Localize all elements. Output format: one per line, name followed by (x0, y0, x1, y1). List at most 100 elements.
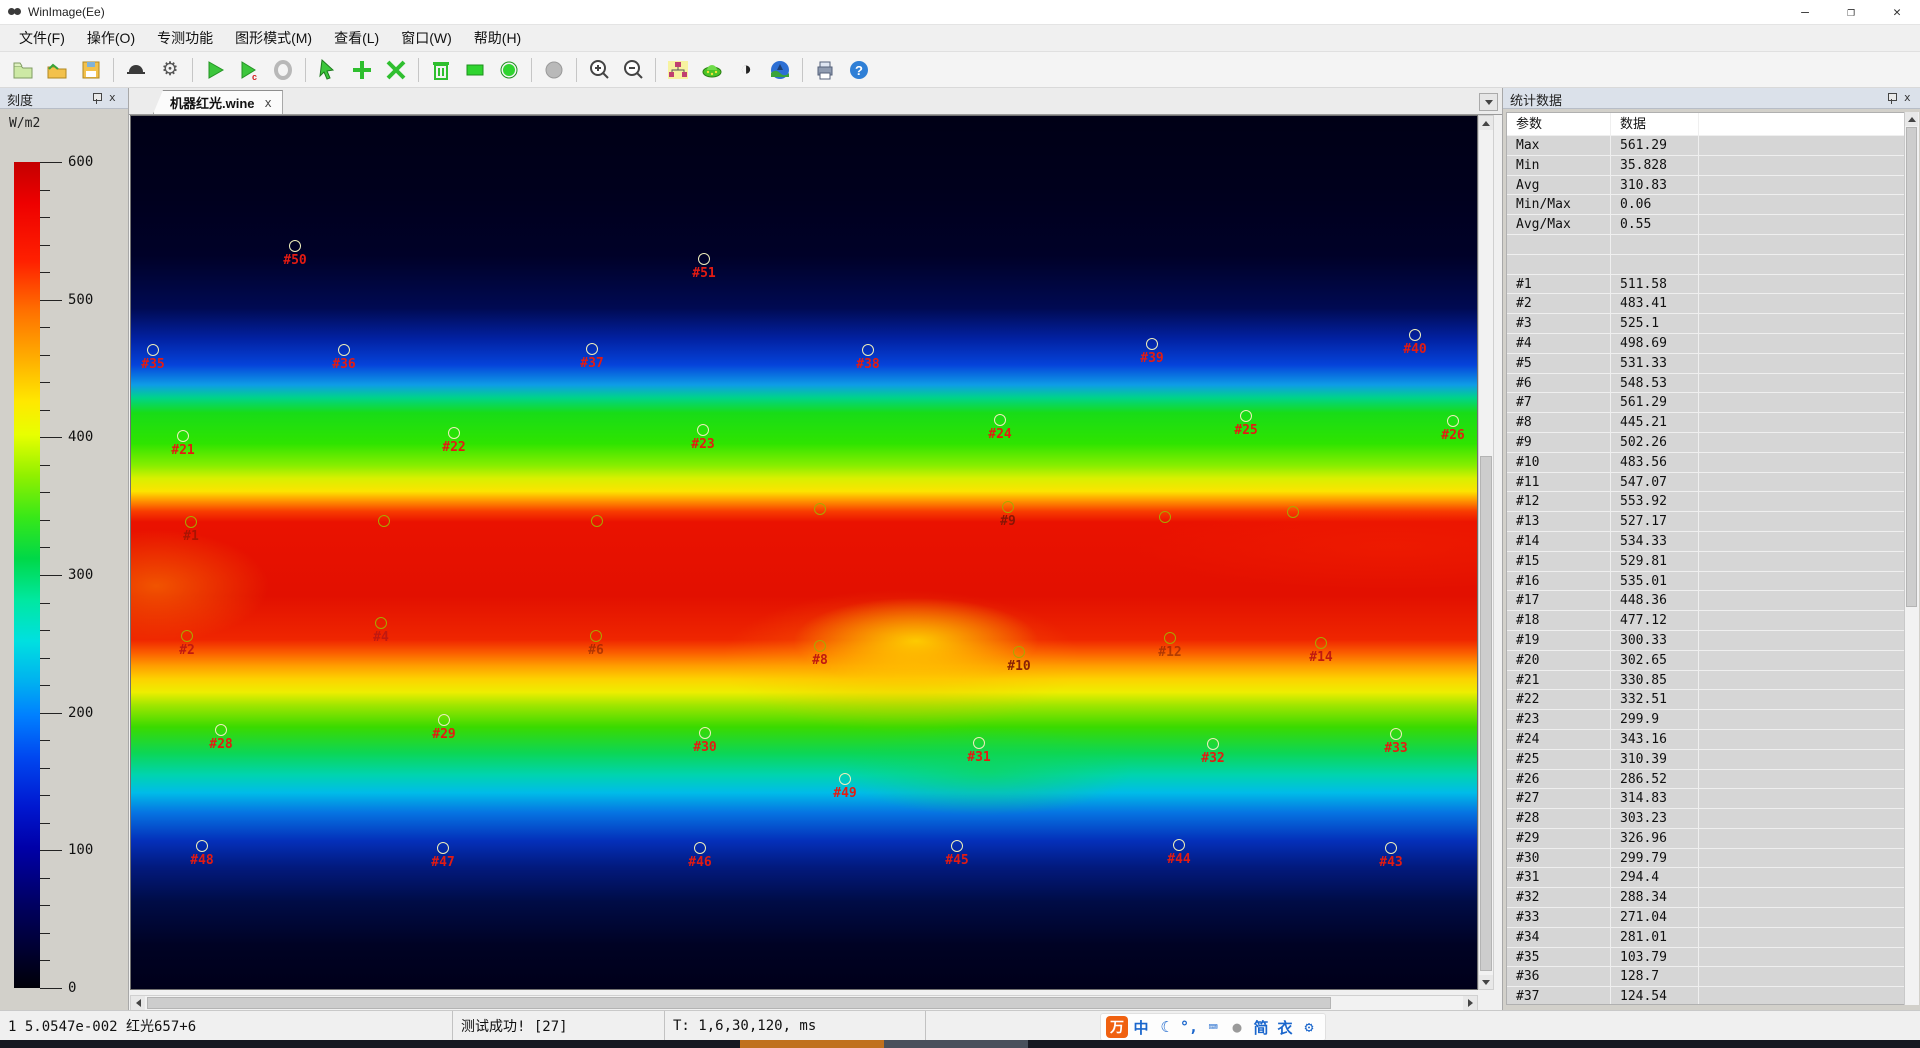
image-vertical-scrollbar[interactable] (1478, 115, 1494, 990)
run-icon[interactable] (200, 55, 230, 85)
measure-point-40[interactable] (1409, 329, 1421, 341)
select-pointer-icon[interactable] (313, 55, 343, 85)
menu-item-1[interactable]: 操作(O) (76, 25, 146, 51)
print-icon[interactable] (810, 55, 840, 85)
measure-point-32[interactable] (1207, 738, 1219, 750)
measure-point-43[interactable] (1385, 842, 1397, 854)
scroll-up-button[interactable] (1479, 116, 1493, 130)
measure-point-10[interactable] (1013, 646, 1025, 658)
measure-point-36[interactable] (338, 344, 350, 356)
run-single-icon[interactable]: c (234, 55, 264, 85)
measure-point-50[interactable] (289, 240, 301, 252)
measure-point-29[interactable] (438, 714, 450, 726)
measure-point-46[interactable] (694, 842, 706, 854)
zoom-in-icon[interactable] (584, 55, 614, 85)
measure-point-28[interactable] (215, 724, 227, 736)
measure-point-25[interactable] (1240, 410, 1252, 422)
measure-point-9[interactable] (1002, 501, 1014, 513)
measure-point-44[interactable] (1173, 839, 1185, 851)
delete-point-icon[interactable] (381, 55, 411, 85)
measure-point-12[interactable] (1164, 632, 1176, 644)
open-file-icon[interactable] (42, 55, 72, 85)
measure-point-35[interactable] (147, 344, 159, 356)
measure-point-39[interactable] (1146, 338, 1158, 350)
measure-point-48[interactable] (196, 840, 208, 852)
measure-point-51[interactable] (698, 253, 710, 265)
stats-scrollbar[interactable] (1904, 112, 1919, 1005)
heatmap-viewport[interactable]: #50#51#35#36#37#38#39#40#21#22#23#24#25#… (130, 115, 1478, 990)
ime-lang-icon[interactable]: 中 (1130, 1016, 1152, 1038)
measure-point-14[interactable] (1315, 637, 1327, 649)
minimize-button[interactable]: — (1782, 0, 1828, 24)
menu-item-5[interactable]: 窗口(W) (390, 25, 463, 51)
measure-point[interactable] (1287, 506, 1299, 518)
ime-moon-icon[interactable]: ☾ (1154, 1016, 1176, 1038)
tab-active[interactable]: 机器红光.wine x (153, 90, 283, 114)
close-button[interactable]: ✕ (1874, 0, 1920, 24)
add-point-icon[interactable] (347, 55, 377, 85)
measure-point-21[interactable] (177, 430, 189, 442)
menu-item-6[interactable]: 帮助(H) (463, 25, 532, 51)
ime-keyboard-icon[interactable]: ⌨ (1202, 1016, 1224, 1038)
ime-settings-icon[interactable]: ⚙ (1298, 1016, 1320, 1038)
circle-roi-icon[interactable] (494, 55, 524, 85)
inactive-circle-icon[interactable] (539, 55, 569, 85)
new-file-icon[interactable] (8, 55, 38, 85)
measure-point-22[interactable] (448, 427, 460, 439)
rect-roi-icon[interactable] (460, 55, 490, 85)
capture-dome-icon[interactable] (121, 55, 151, 85)
measure-point-45[interactable] (951, 840, 963, 852)
stop-icon[interactable] (268, 55, 298, 85)
measure-point-24[interactable] (994, 414, 1006, 426)
tab-list-button[interactable] (1479, 93, 1498, 111)
measure-point[interactable] (1159, 511, 1171, 523)
maximize-button[interactable]: ❐ (1828, 0, 1874, 24)
hscroll-thumb[interactable] (147, 997, 1331, 1009)
pin-icon[interactable] (1887, 93, 1896, 104)
measure-point-38[interactable] (862, 344, 874, 356)
ime-simplified-icon[interactable]: 简 (1250, 1016, 1272, 1038)
ime-skin-icon[interactable]: 衣 (1274, 1016, 1296, 1038)
topology-icon[interactable] (663, 55, 693, 85)
measure-point-26[interactable] (1447, 415, 1459, 427)
measure-point-23[interactable] (697, 424, 709, 436)
measure-point-6[interactable] (590, 630, 602, 642)
ime-punct-icon[interactable]: °, (1178, 1016, 1200, 1038)
scroll-down-button[interactable] (1479, 975, 1493, 989)
measure-point-31[interactable] (973, 737, 985, 749)
measure-point-37[interactable] (586, 343, 598, 355)
beam-3d-icon[interactable] (697, 55, 727, 85)
pin-icon[interactable] (92, 93, 101, 104)
image-horizontal-scrollbar[interactable] (130, 995, 1478, 1011)
measure-point[interactable] (378, 515, 390, 527)
menu-item-2[interactable]: 专测功能 (146, 25, 224, 51)
tab-close-icon[interactable]: x (265, 96, 272, 110)
vscroll-thumb[interactable] (1480, 456, 1492, 971)
scene-view-icon[interactable] (765, 55, 795, 85)
settings-gear-icon[interactable]: ⚙ (155, 55, 185, 85)
measure-point-33[interactable] (1390, 728, 1402, 740)
measure-point-47[interactable] (437, 842, 449, 854)
delete-all-trash-icon[interactable] (426, 55, 456, 85)
measure-point-2[interactable] (181, 630, 193, 642)
scroll-up-button[interactable] (1905, 112, 1918, 126)
measure-point-30[interactable] (699, 727, 711, 739)
measure-point[interactable] (814, 503, 826, 515)
close-icon[interactable]: x (1904, 91, 1911, 104)
measure-point-1[interactable] (185, 516, 197, 528)
measure-point-8[interactable] (814, 640, 826, 652)
close-icon[interactable]: x (109, 91, 116, 104)
menu-item-4[interactable]: 查看(L) (323, 25, 390, 51)
ime-logo-icon[interactable]: 万 (1106, 1016, 1128, 1038)
scroll-left-button[interactable] (131, 996, 145, 1010)
menu-item-3[interactable]: 图形模式(M) (224, 25, 323, 51)
stats-scroll-thumb[interactable] (1906, 127, 1917, 607)
measure-point[interactable] (591, 515, 603, 527)
measure-point-4[interactable] (375, 617, 387, 629)
zoom-out-icon[interactable] (618, 55, 648, 85)
save-file-icon[interactable] (76, 55, 106, 85)
contrast-icon[interactable]: ◑ (731, 55, 761, 85)
scroll-right-button[interactable] (1463, 996, 1477, 1010)
measure-point-49[interactable] (839, 773, 851, 785)
menu-item-0[interactable]: 文件(F) (8, 25, 76, 51)
